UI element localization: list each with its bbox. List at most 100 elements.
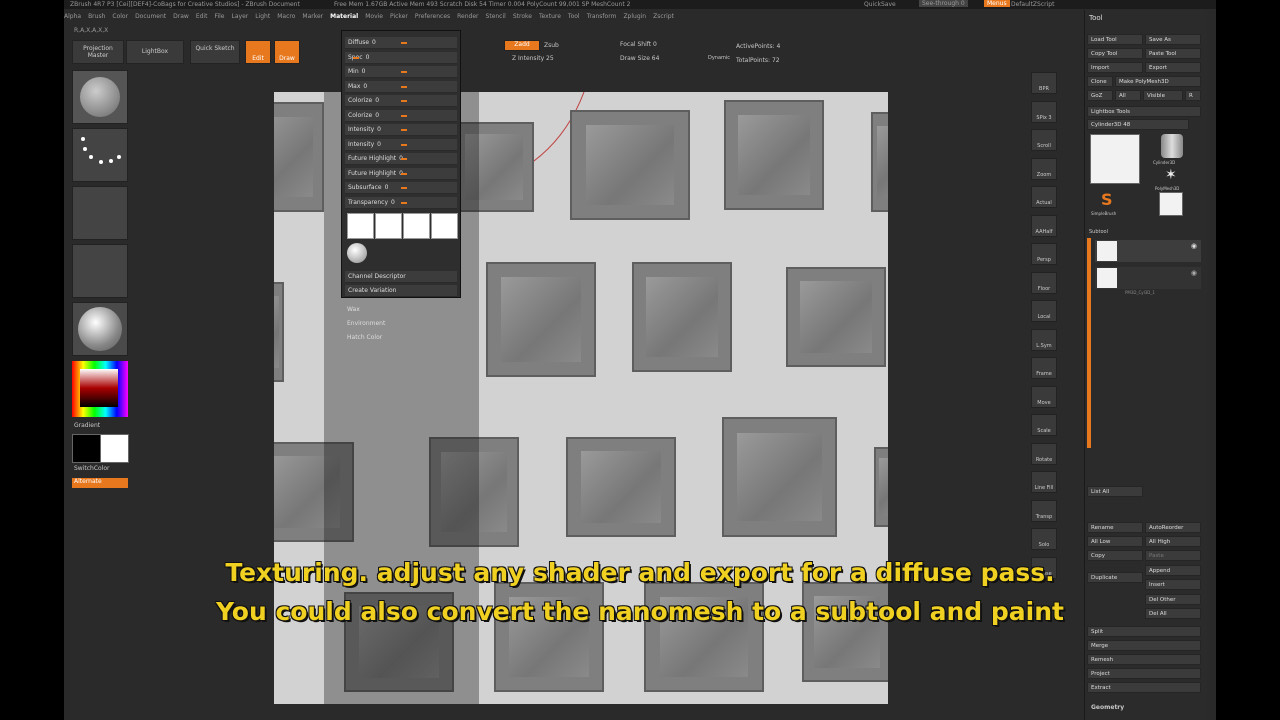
material-slider[interactable]: Colorize 0 — [345, 95, 457, 107]
draw-size-slider[interactable]: Draw Size 64 — [620, 55, 659, 62]
split-button[interactable]: Split — [1087, 626, 1201, 637]
right-shelf-l-sym[interactable]: L.Sym — [1031, 328, 1057, 351]
subtool-row-1[interactable]: ◉ — [1095, 240, 1201, 262]
right-shelf-frame[interactable]: Frame — [1031, 357, 1057, 379]
menu-edit[interactable]: Edit — [196, 13, 208, 20]
alternate-toggle[interactable]: Alternate — [72, 478, 128, 488]
color-square[interactable] — [80, 369, 118, 407]
stroke-thumbnail[interactable] — [72, 128, 128, 182]
simplebrush-icon[interactable]: S — [1101, 190, 1113, 209]
secondary-color-swatch[interactable] — [100, 434, 129, 463]
default-zscript[interactable]: DefaultZScript — [1011, 1, 1054, 8]
channel-descriptor-button[interactable]: Channel Descriptor — [345, 271, 457, 283]
slider-knob[interactable] — [401, 100, 407, 102]
right-shelf-rotate[interactable]: Rotate — [1031, 442, 1057, 465]
save-as-button[interactable]: Save As — [1145, 34, 1201, 45]
material-slider[interactable]: Future Highlight0 — [345, 153, 457, 165]
slider-knob[interactable] — [401, 158, 407, 160]
cylinder-tool-icon[interactable] — [1161, 134, 1183, 158]
clone-button[interactable]: Clone — [1087, 76, 1113, 87]
material-thumbnail[interactable] — [72, 302, 128, 356]
quicksave-button[interactable]: QuickSave — [864, 1, 896, 8]
material-slider[interactable]: Intensity 0 — [345, 124, 457, 136]
r-button[interactable]: R — [1185, 90, 1201, 101]
dynamic-toggle[interactable]: Dynamic — [708, 55, 730, 61]
material-extra-item[interactable]: Environment — [347, 320, 385, 327]
color-picker[interactable] — [72, 361, 128, 417]
material-slider[interactable]: Diffuse 0 — [345, 37, 457, 49]
edit-mode-button[interactable]: Edit — [245, 40, 271, 64]
menu-tool[interactable]: Tool — [568, 13, 580, 20]
create-variation-button[interactable]: Create Variation — [345, 285, 457, 297]
extract-button[interactable]: Extract — [1087, 682, 1201, 693]
menu-zscript[interactable]: Zscript — [653, 13, 674, 20]
slider-knob[interactable] — [401, 71, 407, 73]
right-shelf-aahalf[interactable]: AAHalf — [1031, 214, 1057, 237]
subtool-row-2[interactable]: ◉ — [1095, 267, 1201, 289]
menu-stencil[interactable]: Stencil — [486, 13, 506, 20]
visible-button[interactable]: Visible — [1143, 90, 1183, 101]
menu-file[interactable]: File — [214, 13, 224, 20]
menu-zplugin[interactable]: Zplugin — [623, 13, 646, 20]
menu-transform[interactable]: Transform — [587, 13, 617, 20]
list-all-button[interactable]: List All — [1087, 486, 1143, 497]
material-slider[interactable]: Min 0 — [345, 66, 457, 78]
menu-brush[interactable]: Brush — [88, 13, 105, 20]
material-preview-icon[interactable] — [347, 243, 367, 263]
brush-thumbnail[interactable] — [72, 70, 128, 124]
menu-alpha[interactable]: Alpha — [64, 13, 81, 20]
subtool-scrollbar[interactable] — [1087, 238, 1091, 448]
menu-light[interactable]: Light — [255, 13, 270, 20]
curve-editor-box[interactable] — [347, 213, 374, 239]
zsub-button[interactable]: Zsub — [544, 42, 559, 49]
menus-button[interactable]: Menus — [984, 0, 1010, 7]
slider-knob[interactable] — [401, 129, 407, 131]
zadd-button[interactable]: Zadd — [504, 40, 540, 51]
menu-marker[interactable]: Marker — [302, 13, 323, 20]
right-shelf-persp[interactable]: Persp — [1031, 243, 1057, 265]
main-color-swatch[interactable] — [72, 434, 101, 463]
menu-render[interactable]: Render — [457, 13, 478, 20]
z-intensity-slider[interactable]: Z Intensity 25 — [512, 55, 554, 62]
goz-button[interactable]: GoZ — [1087, 90, 1113, 101]
export-button[interactable]: Export — [1145, 62, 1201, 73]
all-button[interactable]: All — [1115, 90, 1141, 101]
quick-sketch-button[interactable]: Quick Sketch — [190, 40, 240, 64]
switch-color-button[interactable]: SwitchColor — [74, 465, 110, 472]
material-slider[interactable]: Colorize 0 — [345, 109, 457, 122]
focal-shift-slider[interactable]: Focal Shift 0 — [620, 41, 657, 48]
menu-movie[interactable]: Movie — [365, 13, 383, 20]
slider-knob[interactable] — [401, 187, 407, 189]
right-shelf-move[interactable]: Move — [1031, 385, 1057, 408]
slider-knob[interactable] — [401, 201, 407, 204]
menu-document[interactable]: Document — [135, 13, 166, 20]
menu-picker[interactable]: Picker — [390, 13, 408, 20]
slider-knob[interactable] — [401, 42, 407, 44]
alpha-thumbnail[interactable] — [72, 186, 128, 240]
seethrough-slider[interactable]: See-through 0 — [919, 0, 968, 7]
autoreorder-button[interactable]: AutoReorder — [1145, 522, 1201, 533]
draw-mode-button[interactable]: Draw — [274, 40, 300, 64]
paste-tool-button[interactable]: Paste Tool — [1145, 48, 1201, 59]
curve-editor-box[interactable] — [375, 213, 402, 239]
material-slider[interactable]: Max 0 — [345, 80, 457, 93]
slider-knob[interactable] — [401, 85, 407, 88]
right-shelf-scale[interactable]: Scale — [1031, 414, 1057, 436]
menu-layer[interactable]: Layer — [232, 13, 249, 20]
eye-icon[interactable]: ◉ — [1191, 242, 1197, 250]
right-shelf-transp[interactable]: Transp — [1031, 499, 1057, 522]
material-slider[interactable]: Future Highlight0 — [345, 167, 457, 180]
lightbox-tools-button[interactable]: Lightbox Tools — [1087, 106, 1201, 117]
merge-button[interactable]: Merge — [1087, 640, 1201, 651]
all-high-button[interactable]: All High — [1145, 536, 1201, 547]
right-shelf-local[interactable]: Local — [1031, 300, 1057, 322]
project-button[interactable]: Project — [1087, 668, 1201, 679]
slider-knob[interactable] — [353, 56, 359, 59]
geometry-header[interactable]: Geometry — [1091, 704, 1124, 711]
right-shelf-line-fill[interactable]: Line Fill — [1031, 471, 1057, 493]
material-slider[interactable]: Spec0 — [345, 51, 457, 64]
copy-tool-button[interactable]: Copy Tool — [1087, 48, 1143, 59]
right-shelf-zoom[interactable]: Zoom — [1031, 157, 1057, 180]
gradient-label[interactable]: Gradient — [74, 422, 100, 429]
cylinder-slider[interactable]: Cylinder3D 48 — [1087, 119, 1189, 130]
